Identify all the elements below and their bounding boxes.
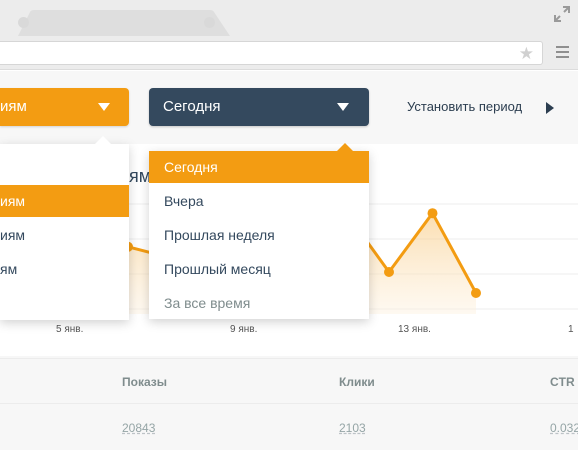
grouping-option[interactable]: иям (0, 219, 129, 251)
cell-impressions[interactable]: 20843 (122, 421, 155, 435)
browser-tab[interactable] (18, 10, 230, 36)
star-icon[interactable]: ★ (519, 44, 534, 64)
period-option-last-month[interactable]: Прошлый месяц (149, 253, 369, 285)
chevron-down-icon (337, 103, 349, 111)
column-header-impressions[interactable]: Показы (122, 375, 167, 389)
tab-dot-icon (204, 17, 215, 28)
cell-clicks[interactable]: 2103 (339, 421, 366, 435)
expand-icon[interactable] (554, 6, 570, 22)
grouping-dropdown: иям иям ям (0, 136, 129, 320)
column-header-ctr[interactable]: CTR (550, 375, 575, 389)
grouping-select-value: иям (0, 98, 27, 115)
browser-titlebar (0, 0, 578, 36)
period-option-all-time[interactable]: За все время (149, 287, 369, 319)
browser-toolbar: ★ (0, 36, 578, 70)
app-content: иям Сегодня Установить период ям 5 янв. 9… (0, 71, 578, 450)
grouping-option[interactable]: иям (0, 185, 129, 217)
hamburger-menu-icon[interactable] (556, 46, 569, 59)
data-point[interactable] (427, 208, 438, 219)
play-icon[interactable] (546, 102, 554, 114)
period-option-today[interactable]: Сегодня (149, 151, 369, 183)
cell-ctr[interactable]: 0.032 (550, 421, 578, 435)
grouping-option[interactable]: ям (0, 253, 129, 285)
table-row: 20843 2103 0.032 (0, 404, 578, 450)
data-point[interactable] (471, 288, 481, 298)
period-select-value: Сегодня (163, 98, 221, 115)
dropdown-arrow (95, 136, 111, 144)
table-header: Показы Клики CTR (0, 358, 578, 404)
x-tick-label: 9 янв. (230, 324, 258, 335)
data-point[interactable] (384, 267, 394, 277)
tab-dot-icon (18, 17, 29, 28)
chevron-down-icon (98, 103, 110, 111)
x-tick-label: 5 янв. (56, 324, 84, 335)
x-tick-label: 13 янв. (398, 324, 431, 335)
x-tick-label: 1 (568, 324, 574, 335)
period-dropdown: Сегодня Вчера Прошлая неделя Прошлый мес… (149, 143, 369, 319)
grouping-select[interactable]: иям (0, 88, 129, 126)
period-select[interactable]: Сегодня (149, 88, 369, 126)
period-option-yesterday[interactable]: Вчера (149, 185, 369, 217)
period-option-last-week[interactable]: Прошлая неделя (149, 219, 369, 251)
address-bar[interactable]: ★ (0, 41, 543, 65)
column-header-clicks[interactable]: Клики (339, 375, 375, 389)
set-period-link[interactable]: Установить период (407, 99, 522, 114)
dropdown-arrow (337, 143, 353, 151)
